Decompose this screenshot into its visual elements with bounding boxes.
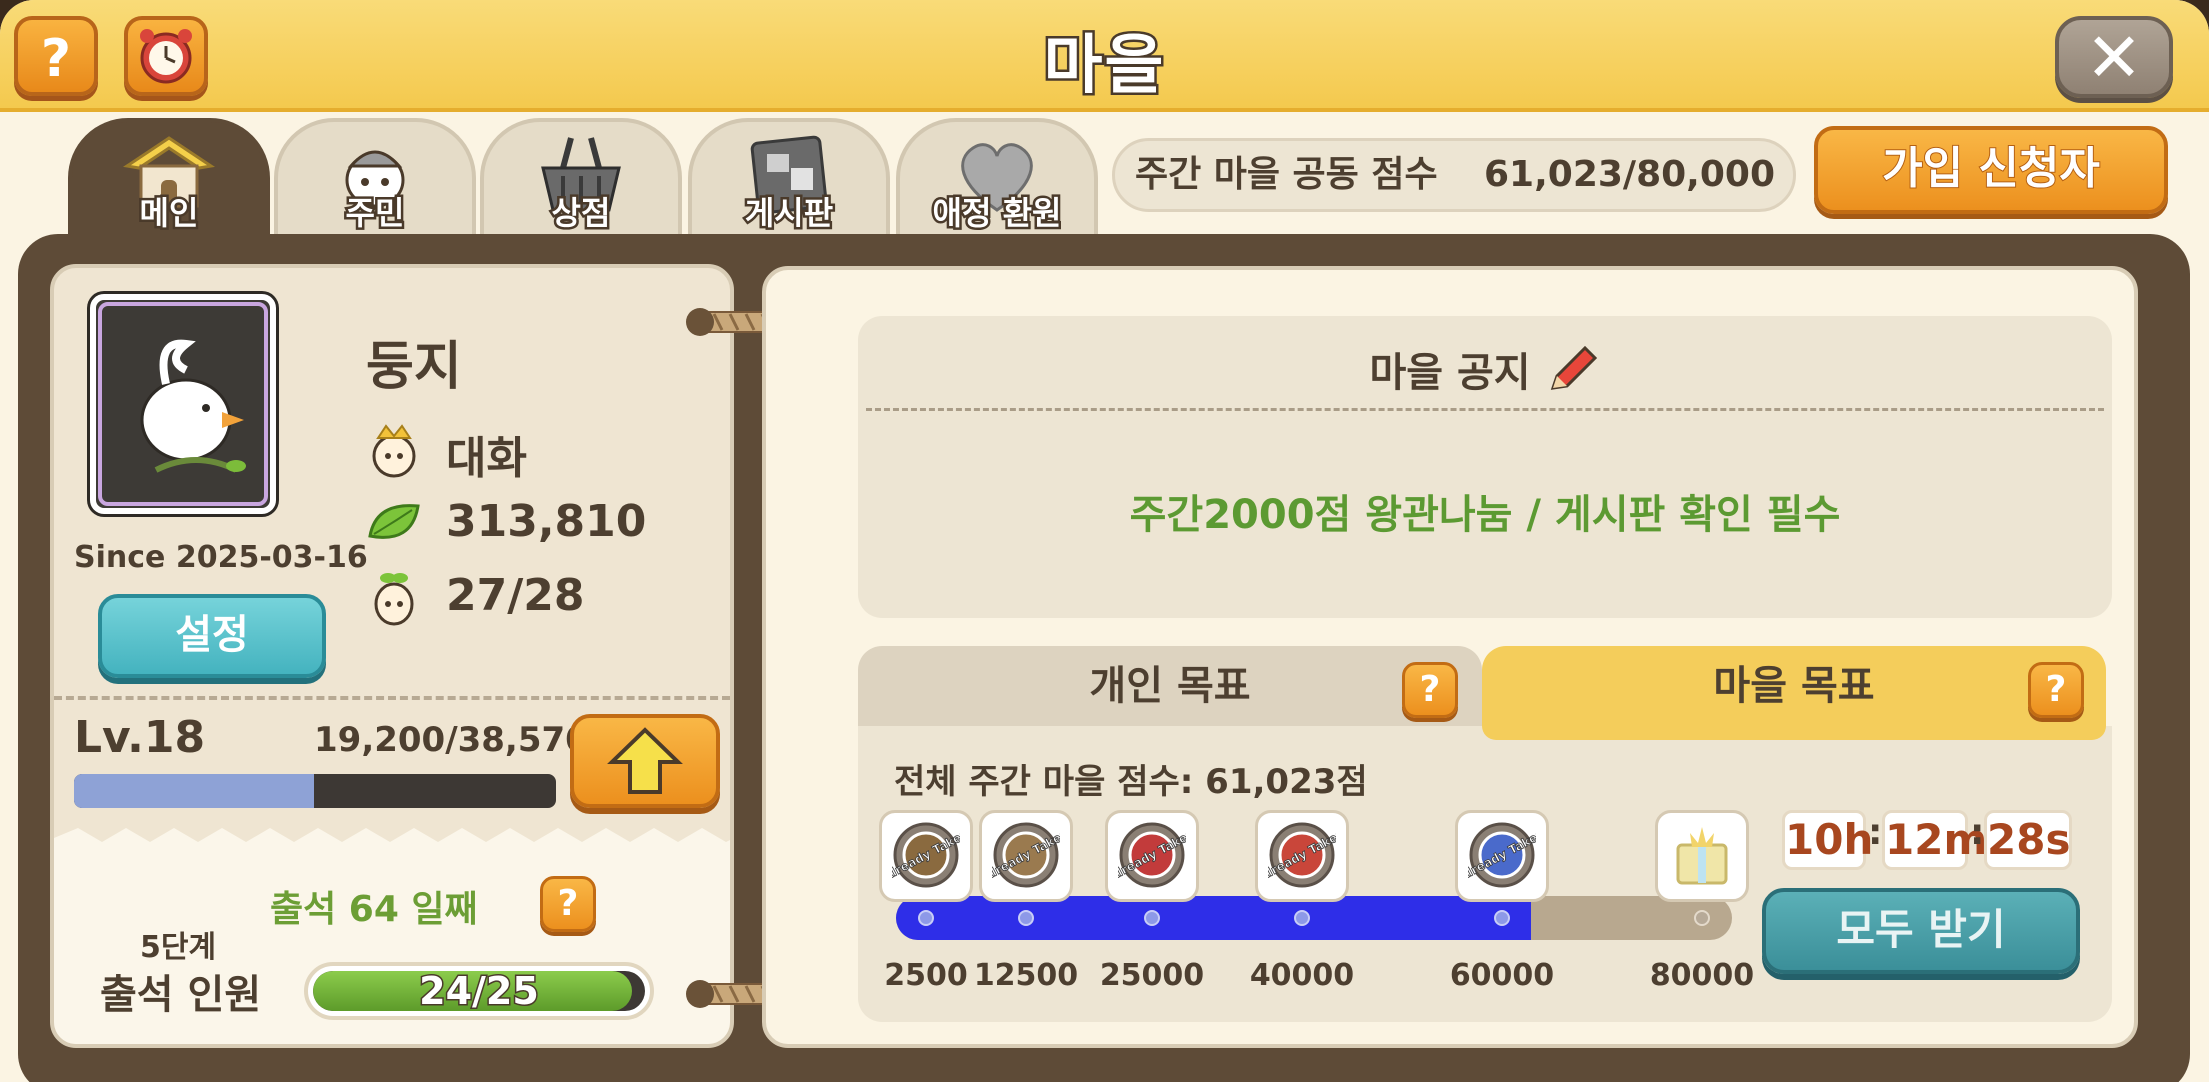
milestone-label: 25000 xyxy=(1099,958,1205,993)
weekly-score-pill: 주간 마을 공동 점수 61,023/80,000 xyxy=(1112,138,1796,212)
since-date: Since 2025-03-16 xyxy=(74,540,368,575)
milestone-marker xyxy=(1294,910,1310,926)
zigzag-divider xyxy=(54,828,730,858)
pencil-icon[interactable] xyxy=(1545,344,1601,396)
milestone-label: 40000 xyxy=(1249,958,1355,993)
tab-personal-goal[interactable]: 개인 목표 xyxy=(858,646,1482,726)
tab-affection[interactable]: 애정 환원 xyxy=(896,118,1098,235)
weekly-score-value: 61,023/80,000 xyxy=(1484,154,1775,195)
applicants-button[interactable]: 가입 신청자 xyxy=(1814,126,2168,214)
attendance-stage: 5단계 xyxy=(140,930,217,965)
village-goal-help-button[interactable]: ? xyxy=(2028,662,2084,718)
village-name: 둥지 xyxy=(366,337,462,397)
milestone-marker xyxy=(1018,910,1034,926)
timer-minutes: 12m xyxy=(1882,810,1987,870)
reward-card[interactable]: Already Taken xyxy=(1455,810,1549,902)
settings-button[interactable]: 설정 xyxy=(98,594,326,678)
tab-label: 상점 xyxy=(549,192,613,235)
goal-progress-fill xyxy=(896,896,1532,940)
milestone-marker xyxy=(918,910,934,926)
timer-hours: 10h xyxy=(1782,810,1873,870)
village-goal-box: 전체 주간 마을 점수: 61,023점 Already Taken 2500 Al… xyxy=(858,726,2112,1022)
village-screen: ? 마을 ✕ 메인 주민 상점 게시판 애정 환원 주간 마을 공동 점수 61… xyxy=(0,0,2209,1082)
timer-colon: : xyxy=(1868,812,1883,853)
leaves-value: 313,810 xyxy=(446,496,647,547)
medal-icon: Already Taken xyxy=(1468,822,1536,888)
tab-village-goal[interactable]: 마을 목표 xyxy=(1482,646,2106,726)
divider xyxy=(54,696,730,700)
title-bar: ? 마을 ✕ xyxy=(0,0,2209,112)
claim-all-button[interactable]: 모두 받기 xyxy=(1762,888,2080,974)
divider xyxy=(866,408,2104,411)
timer-seconds: 28s xyxy=(1984,810,2072,870)
reward-card[interactable]: Already Taken xyxy=(1255,810,1349,902)
arrow-up-icon xyxy=(607,727,683,794)
crown-resident-icon xyxy=(372,424,416,478)
reward-card[interactable]: Already Taken xyxy=(879,810,973,902)
page-title: 마을 xyxy=(1041,27,1166,106)
reward-card[interactable] xyxy=(1655,810,1749,902)
attendance-count: 24/25 xyxy=(418,971,541,1011)
attendance-help-button[interactable]: ? xyxy=(540,876,596,932)
tab-label: 메인 xyxy=(137,192,201,235)
village-notice-panel: 마을 공지 주간2000점 왕관나눔 / 게시판 확인 필수 개인 목표 ? 마… xyxy=(762,266,2138,1048)
timer-colon: : xyxy=(1970,812,1985,853)
milestone-label: 12500 xyxy=(973,958,1079,993)
personal-goal-help-button[interactable]: ? xyxy=(1402,662,1458,718)
milestone-marker xyxy=(1694,910,1710,926)
tab-shop[interactable]: 상점 xyxy=(480,118,682,235)
notice-title: 마을 공지 xyxy=(1369,350,1531,396)
bird-emblem-icon xyxy=(98,302,268,506)
notice-box: 마을 공지 주간2000점 왕관나눔 / 게시판 확인 필수 xyxy=(858,316,2112,618)
level-up-button[interactable] xyxy=(570,714,720,808)
reward-card[interactable]: Already Taken xyxy=(979,810,1073,902)
tab-label: 주민 xyxy=(343,192,407,235)
leaf-icon xyxy=(368,504,420,539)
milestone-marker xyxy=(1494,910,1510,926)
total-weekly-score: 전체 주간 마을 점수: 61,023점 xyxy=(894,762,1368,802)
tab-label: 게시판 xyxy=(742,192,835,235)
notice-title-row: 마을 공지 xyxy=(858,340,2112,398)
close-icon: ✕ xyxy=(2085,19,2143,98)
milestone-marker xyxy=(1144,910,1160,926)
village-goal-accent xyxy=(1482,726,2106,740)
milestone-label: 60000 xyxy=(1449,958,1555,993)
weekly-score-label: 주간 마을 공동 점수 xyxy=(1135,154,1438,195)
leader-name: 대화 xyxy=(446,433,527,484)
medal-icon: Already Taken xyxy=(892,822,960,888)
sprout-resident-icon xyxy=(374,573,414,626)
medal-icon: Already Taken xyxy=(1268,822,1336,888)
tab-board[interactable]: 게시판 xyxy=(688,118,890,235)
exp-text: 19,200/38,570 xyxy=(314,720,589,760)
exp-bar-fill xyxy=(74,774,315,808)
tab-label: 애정 환원 xyxy=(930,192,1064,235)
medal-icon: Already Taken xyxy=(992,822,1060,888)
attendance-days: 출석 64 일째 xyxy=(270,889,478,930)
close-button[interactable]: ✕ xyxy=(2055,16,2173,98)
medal-icon: Already Taken xyxy=(1118,822,1186,888)
village-level: Lv.18 xyxy=(74,712,206,763)
village-emblem[interactable] xyxy=(90,294,276,514)
tab-main[interactable]: 메인 xyxy=(68,118,270,235)
gift-box-icon xyxy=(1676,827,1728,885)
question-icon: ? xyxy=(1419,669,1441,710)
members-value: 27/28 xyxy=(446,570,585,621)
attendance-bar: 24/25 xyxy=(304,962,654,1020)
tab-residents[interactable]: 주민 xyxy=(274,118,476,235)
village-info-panel: Since 2025-03-16 설정 둥지 대화 313,810 27/28 … xyxy=(50,264,734,1048)
attendance-label: 출석 인원 xyxy=(100,972,262,1018)
notice-message: 주간2000점 왕관나눔 / 게시판 확인 필수 xyxy=(1129,492,1841,538)
milestone-label: 80000 xyxy=(1649,958,1755,993)
tab-label: 마을 목표 xyxy=(1713,663,1875,709)
tab-label: 개인 목표 xyxy=(1089,663,1251,709)
reward-card[interactable]: Already Taken xyxy=(1105,810,1199,902)
question-icon: ? xyxy=(557,883,579,924)
question-icon: ? xyxy=(2045,669,2067,710)
exp-bar xyxy=(74,774,556,808)
